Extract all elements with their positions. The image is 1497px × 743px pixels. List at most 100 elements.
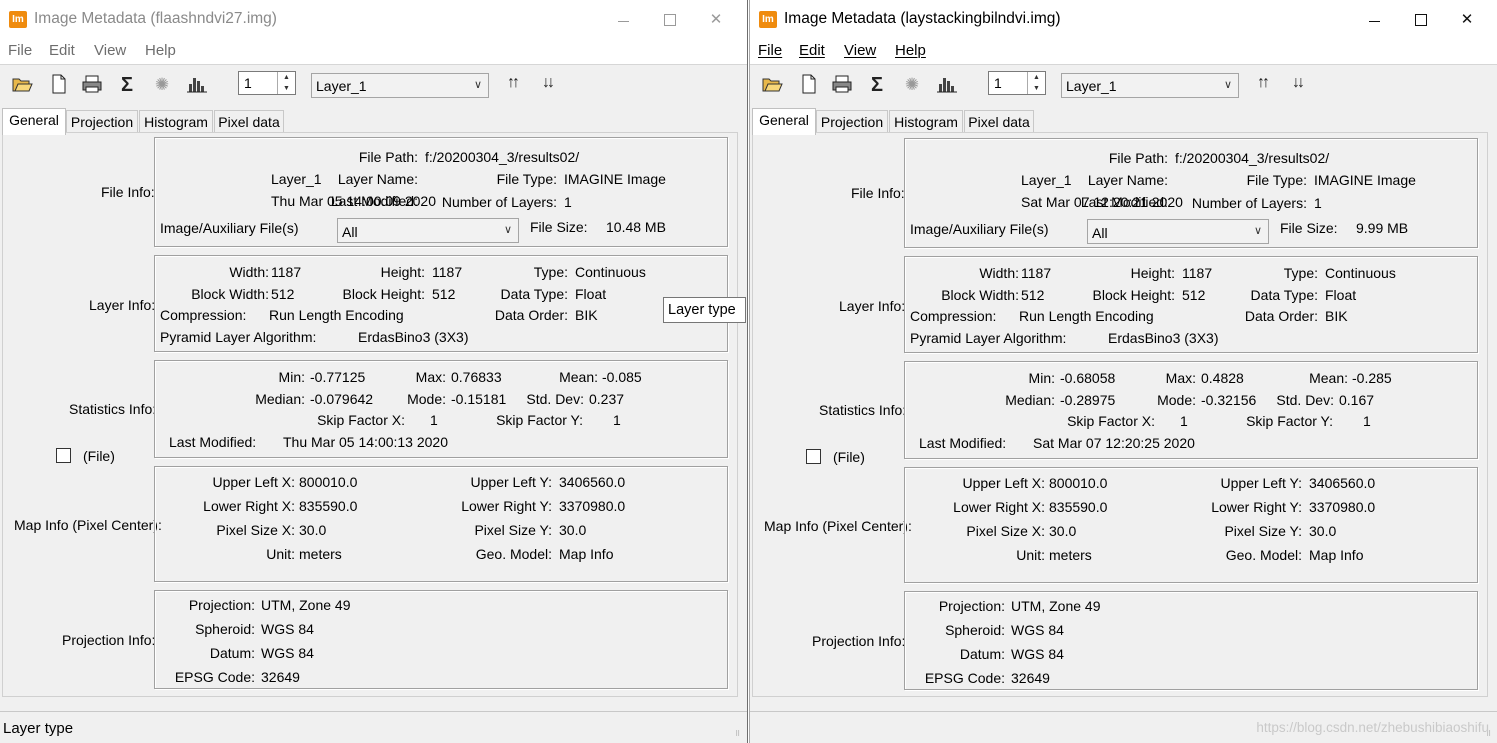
close-button[interactable]: ✕ <box>1444 7 1490 33</box>
sort-ascending-icon[interactable]: ↑↑ <box>507 74 520 92</box>
title-bar[interactable]: Im Image Metadata (laystackingbilndvi.im… <box>750 0 1497 38</box>
compression-label: Compression: <box>160 307 247 323</box>
epsg-code-value: 32649 <box>1011 670 1050 686</box>
aux-files-dropdown[interactable]: All ∨ <box>1087 219 1269 244</box>
app-icon: Im <box>759 11 777 28</box>
maximize-button[interactable] <box>1398 7 1444 33</box>
histogram-icon[interactable] <box>936 74 958 96</box>
sort-descending-icon[interactable]: ↓↓ <box>542 74 555 92</box>
menu-help[interactable]: Help <box>145 42 176 59</box>
new-document-icon[interactable] <box>798 74 820 96</box>
spinner-arrows-icon[interactable]: ▲ ▼ <box>1027 72 1045 94</box>
file-size-value: 10.48 MB <box>606 219 666 235</box>
unit-value: meters <box>299 546 342 562</box>
width-value: 1187 <box>271 264 302 280</box>
minimize-button[interactable] <box>601 7 647 33</box>
sigma-statistics-icon[interactable]: Σ <box>116 74 138 96</box>
file-checkbox[interactable] <box>56 448 71 463</box>
unit-label: Unit: <box>266 546 295 562</box>
maximize-button[interactable] <box>647 7 693 33</box>
aux-files-value: All <box>342 224 358 240</box>
tab-pixel-data[interactable]: Pixel data <box>964 110 1034 133</box>
lower-right-y-label: Lower Right Y: <box>1211 499 1302 515</box>
compression-label: Compression: <box>910 308 997 324</box>
skip-factor-x-label: Skip Factor X: <box>317 412 405 428</box>
height-label: Height: <box>380 264 425 280</box>
app-icon: Im <box>9 11 27 28</box>
data-type-label: Data Type: <box>500 286 568 302</box>
sort-ascending-icon[interactable]: ↑↑ <box>1257 74 1270 92</box>
lower-right-x-value: 835590.0 <box>1049 499 1108 515</box>
layer-number-spinner[interactable]: 1 ▲ ▼ <box>238 71 296 95</box>
tab-histogram[interactable]: Histogram <box>889 110 963 133</box>
number-of-layers-value: 1 <box>564 194 572 210</box>
menu-edit[interactable]: Edit <box>799 42 825 59</box>
aux-files-dropdown[interactable]: All ∨ <box>337 218 519 243</box>
pyramid-algorithm-value: ErdasBino3 (3X3) <box>358 329 469 345</box>
title-bar[interactable]: Im Image Metadata (flaashndvi27.img) ✕ <box>0 0 747 38</box>
histogram-icon[interactable] <box>186 74 208 96</box>
file-checkbox-label: (File) <box>83 448 115 464</box>
menu-file[interactable]: File <box>8 42 32 59</box>
file-checkbox[interactable] <box>806 449 821 464</box>
epsg-code-label: EPSG Code: <box>924 670 1005 686</box>
layer-number-spinner[interactable]: 1 ▲ ▼ <box>988 71 1046 95</box>
mode-value: -0.32156 <box>1201 392 1257 408</box>
sigma-statistics-icon[interactable]: Σ <box>866 74 888 96</box>
new-document-icon[interactable] <box>48 74 70 96</box>
menu-file[interactable]: File <box>758 42 782 59</box>
settings-gear-icon[interactable]: ✺ <box>151 74 173 96</box>
menu-view[interactable]: View <box>844 42 876 59</box>
resize-grip-icon[interactable]: ⠿ <box>735 731 745 742</box>
close-button[interactable]: ✕ <box>693 7 739 33</box>
sort-descending-icon[interactable]: ↓↓ <box>1292 74 1305 92</box>
lower-right-x-value: 835590.0 <box>299 498 358 514</box>
tab-pixel-data[interactable]: Pixel data <box>214 110 284 133</box>
close-icon: ✕ <box>1460 11 1474 28</box>
pixel-size-y-value: 30.0 <box>559 522 587 538</box>
projection-value: UTM, Zone 49 <box>1011 598 1101 614</box>
open-folder-icon[interactable] <box>11 74 33 96</box>
file-size-label: File Size: <box>1280 220 1338 236</box>
pixel-size-x-value: 30.0 <box>299 522 327 538</box>
print-icon[interactable] <box>831 74 853 96</box>
layer-name-label: Layer Name: <box>337 171 418 187</box>
data-order-label: Data Order: <box>494 307 568 323</box>
pyramid-algorithm-value: ErdasBino3 (3X3) <box>1108 330 1219 346</box>
layer-info-group: Width: 1187 Height: 1187 Type: Continuou… <box>154 255 728 352</box>
stats-last-modified-label: Last Modified: <box>169 434 257 450</box>
tab-general[interactable]: General <box>752 108 816 135</box>
tab-projection[interactable]: Projection <box>66 110 138 133</box>
minimize-button[interactable] <box>1352 7 1398 33</box>
menu-view[interactable]: View <box>94 42 126 59</box>
print-icon[interactable] <box>81 74 103 96</box>
menu-help[interactable]: Help <box>895 42 926 59</box>
skip-factor-x-label: Skip Factor X: <box>1067 413 1155 429</box>
statistics-info-label: Statistics Info: <box>69 401 157 417</box>
stats-last-modified-value: Sat Mar 07 12:20:25 2020 <box>1033 435 1195 451</box>
layer-dropdown[interactable]: Layer_1 ∨ <box>1061 73 1239 98</box>
projection-label: Projection: <box>938 598 1005 614</box>
lower-right-y-value: 3370980.0 <box>559 498 626 514</box>
close-icon: ✕ <box>709 11 723 28</box>
tab-histogram[interactable]: Histogram <box>139 110 213 133</box>
spinner-arrows-icon[interactable]: ▲ ▼ <box>277 72 295 94</box>
layer-dropdown[interactable]: Layer_1 ∨ <box>311 73 489 98</box>
data-type-value: Float <box>1325 287 1357 303</box>
menu-edit[interactable]: Edit <box>49 42 75 59</box>
unit-value: meters <box>1049 547 1092 563</box>
minimize-icon <box>618 21 629 22</box>
layer-dropdown-value: Layer_1 <box>1066 78 1117 94</box>
lower-right-x-label: Lower Right X: <box>203 498 295 514</box>
settings-gear-icon[interactable]: ✺ <box>901 74 923 96</box>
mode-label: Mode: <box>1157 392 1196 408</box>
tab-projection[interactable]: Projection <box>816 110 888 133</box>
mean-label: Mean: <box>559 369 598 385</box>
open-folder-icon[interactable] <box>761 74 783 96</box>
upper-left-x-value: 800010.0 <box>1049 475 1108 491</box>
max-value: 0.76833 <box>451 369 502 385</box>
mode-label: Mode: <box>407 391 446 407</box>
type-label: Type: <box>1283 265 1318 281</box>
tab-general[interactable]: General <box>2 108 66 135</box>
epsg-code-label: EPSG Code: <box>174 669 255 685</box>
